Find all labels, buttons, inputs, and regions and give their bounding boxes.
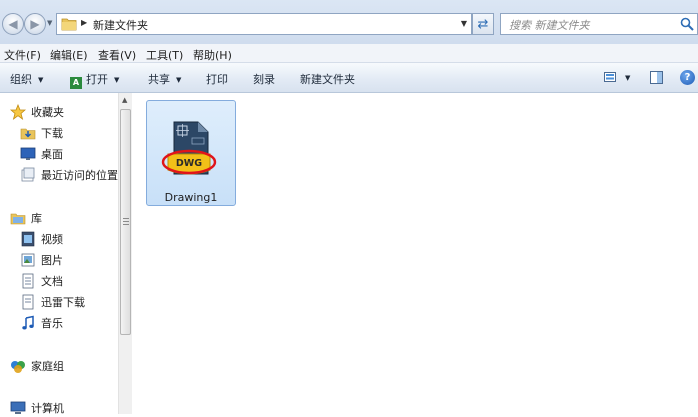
menu-bar: 文件(F) 编辑(E) 查看(V) 工具(T) 帮助(H) bbox=[0, 44, 698, 63]
music-note-icon bbox=[22, 315, 34, 330]
document-icon bbox=[22, 294, 34, 310]
recent-pages-dropdown-icon[interactable]: ▼ bbox=[47, 19, 52, 27]
chevron-down-icon: ▼ bbox=[114, 76, 120, 84]
nav-documents-label: 文档 bbox=[41, 275, 63, 288]
nav-xunlei-downloads-label: 迅雷下载 bbox=[41, 296, 85, 309]
new-folder-button[interactable]: 新建文件夹 bbox=[300, 71, 355, 87]
menu-view[interactable]: 查看(V) bbox=[98, 47, 136, 63]
address-history-dropdown-icon[interactable]: ▼ bbox=[461, 19, 467, 28]
nav-favorites[interactable]: 收藏夹 bbox=[10, 103, 64, 121]
desktop-icon bbox=[20, 147, 36, 160]
menu-tools[interactable]: 工具(T) bbox=[146, 47, 183, 63]
organize-button[interactable]: 组织 ▼ bbox=[10, 71, 43, 87]
nav-documents[interactable]: 文档 bbox=[20, 272, 63, 290]
nav-desktop-label: 桌面 bbox=[41, 148, 63, 161]
breadcrumb-current-folder[interactable]: 新建文件夹 bbox=[93, 17, 148, 33]
search-input[interactable]: 搜索 新建文件夹 bbox=[500, 13, 698, 35]
share-label: 共享 bbox=[148, 73, 170, 86]
nav-pane-scrollbar[interactable]: ▲ bbox=[118, 93, 132, 414]
burn-button[interactable]: 刻录 bbox=[253, 71, 275, 87]
nav-music-label: 音乐 bbox=[41, 317, 63, 330]
nav-homegroup-label: 家庭组 bbox=[31, 360, 64, 373]
forward-arrow-icon: ▶ bbox=[30, 17, 40, 31]
change-view-icon[interactable] bbox=[604, 72, 616, 82]
file-item-drawing1[interactable]: DWG Drawing1 bbox=[146, 100, 236, 206]
nav-xunlei-downloads[interactable]: 迅雷下载 bbox=[20, 293, 85, 311]
nav-videos[interactable]: 视频 bbox=[20, 230, 63, 248]
picture-icon bbox=[21, 253, 35, 267]
open-label: 打开 bbox=[86, 73, 108, 86]
command-bar: 组织 ▼ A 打开 ▼ 共享 ▼ 打印 刻录 新建文件夹 ▼ ? bbox=[0, 63, 698, 93]
view-options-dropdown-icon[interactable]: ▼ bbox=[625, 74, 630, 82]
nav-music[interactable]: 音乐 bbox=[20, 314, 63, 332]
back-button[interactable]: ◀ bbox=[2, 13, 24, 35]
nav-homegroup[interactable]: 家庭组 bbox=[10, 357, 64, 375]
autocad-app-icon: A bbox=[70, 77, 82, 89]
star-icon bbox=[10, 104, 26, 120]
menu-help[interactable]: 帮助(H) bbox=[193, 47, 232, 63]
file-list[interactable]: DWG Drawing1 bbox=[133, 93, 698, 414]
nav-libraries-label: 库 bbox=[31, 212, 42, 225]
nav-downloads-label: 下载 bbox=[41, 127, 63, 140]
dwg-file-icon: DWG bbox=[161, 121, 217, 175]
menu-file[interactable]: 文件(F) bbox=[4, 47, 41, 63]
nav-libraries[interactable]: 库 bbox=[10, 209, 42, 227]
help-icon[interactable]: ? bbox=[680, 70, 695, 85]
nav-recent-places-label: 最近访问的位置 bbox=[41, 169, 118, 182]
homegroup-icon bbox=[11, 361, 25, 373]
forward-button[interactable]: ▶ bbox=[24, 13, 46, 35]
nav-downloads[interactable]: 下载 bbox=[20, 124, 63, 142]
refresh-button[interactable]: ⇄ bbox=[472, 13, 494, 35]
back-arrow-icon: ◀ bbox=[8, 17, 18, 31]
search-placeholder: 搜索 新建文件夹 bbox=[509, 19, 590, 32]
nav-pictures-label: 图片 bbox=[41, 254, 63, 267]
video-icon bbox=[21, 231, 35, 247]
share-button[interactable]: 共享 ▼ bbox=[148, 71, 181, 87]
recent-places-icon bbox=[21, 167, 35, 182]
preview-pane-icon[interactable] bbox=[650, 71, 663, 84]
breadcrumb-chevron-icon[interactable]: ▶ bbox=[81, 18, 87, 27]
file-name: Drawing1 bbox=[164, 191, 218, 204]
open-button[interactable]: A 打开 ▼ bbox=[70, 71, 119, 89]
document-icon bbox=[22, 273, 34, 289]
download-folder-icon bbox=[20, 128, 36, 140]
chevron-down-icon: ▼ bbox=[38, 76, 44, 84]
nav-desktop[interactable]: 桌面 bbox=[20, 145, 63, 163]
nav-videos-label: 视频 bbox=[41, 233, 63, 246]
chevron-down-icon: ▼ bbox=[176, 76, 182, 84]
address-row: ◀ ▶ ▼ ▶ 新建文件夹 ▼ ⇄ 搜索 新建文件夹 bbox=[0, 0, 698, 44]
refresh-icon: ⇄ bbox=[477, 16, 489, 32]
print-button[interactable]: 打印 bbox=[206, 71, 228, 87]
nav-recent-places[interactable]: 最近访问的位置 bbox=[20, 166, 118, 184]
scroll-up-icon[interactable]: ▲ bbox=[122, 96, 127, 104]
navigation-pane: 收藏夹 下载 桌面 最近访问的位置 库 视频 图片 文档 迅雷下载 音乐 家庭组… bbox=[0, 93, 118, 417]
grip-icon bbox=[123, 218, 129, 226]
menu-edit[interactable]: 编辑(E) bbox=[50, 47, 88, 63]
nav-pictures[interactable]: 图片 bbox=[20, 251, 63, 269]
nav-favorites-label: 收藏夹 bbox=[31, 106, 64, 119]
organize-label: 组织 bbox=[10, 73, 32, 86]
search-icon[interactable] bbox=[679, 16, 695, 32]
library-icon bbox=[10, 213, 26, 225]
folder-icon bbox=[61, 18, 77, 31]
nav-computer[interactable]: 计算机 bbox=[10, 399, 64, 417]
dwg-badge-label: DWG bbox=[176, 158, 202, 169]
nav-pane-scroll-thumb[interactable] bbox=[120, 109, 131, 335]
address-bar[interactable]: ▶ 新建文件夹 ▼ bbox=[56, 13, 472, 35]
